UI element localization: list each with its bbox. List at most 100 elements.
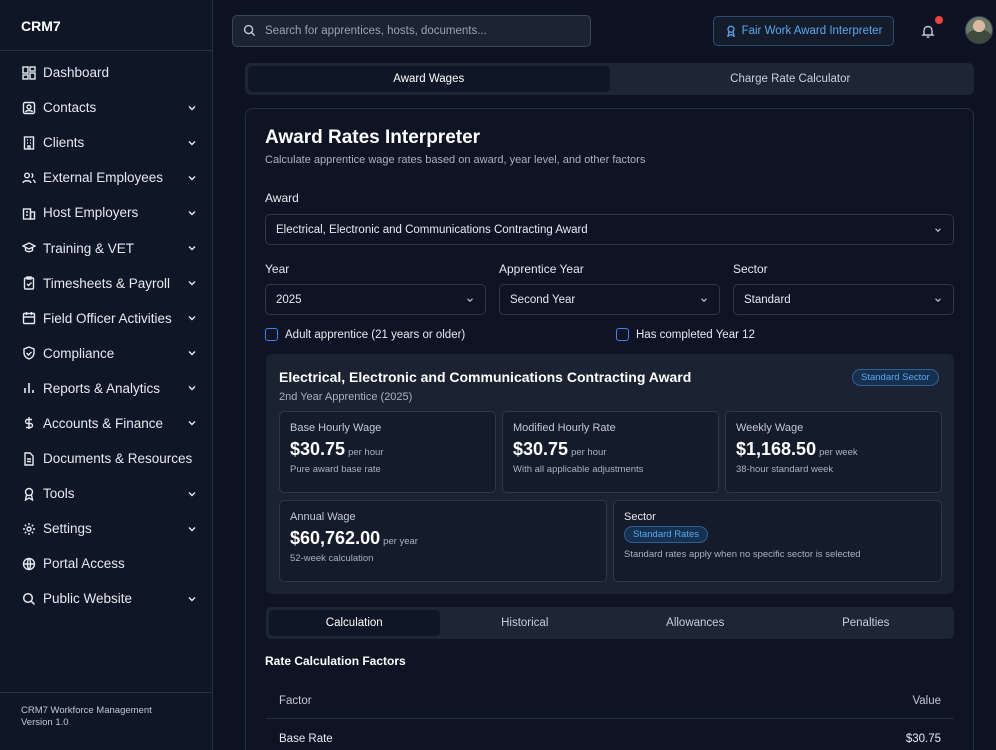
chevron-down-icon xyxy=(186,242,198,254)
tile-label: Weekly Wage xyxy=(736,422,804,434)
top-tabs: Award Wages Charge Rate Calculator xyxy=(245,63,974,95)
tile-note: 52-week calculation xyxy=(290,553,374,564)
sidebar-item-contacts[interactable]: Contacts xyxy=(0,90,212,125)
top-bar: Fair Work Award Interpreter xyxy=(213,0,996,60)
chevron-down-icon xyxy=(186,137,198,149)
award-icon xyxy=(725,25,738,38)
sidebar-item-label: Host Employers xyxy=(43,205,139,221)
tab-calculation[interactable]: Calculation xyxy=(269,610,440,636)
year12-label: Has completed Year 12 xyxy=(636,328,755,341)
sidebar-item-tools[interactable]: Tools xyxy=(0,476,212,511)
result-panel: Electrical, Electronic and Communication… xyxy=(266,354,954,594)
sidebar-item-documents-resources[interactable]: Documents & Resources xyxy=(0,441,212,476)
year-select[interactable]: 2025 xyxy=(265,284,486,315)
rate-factors-table: Factor Value Base Rate $30.75 xyxy=(266,683,954,750)
sector-select[interactable]: Standard xyxy=(733,284,954,315)
sector-badge-row: Standard Rates xyxy=(624,523,931,545)
sidebar-item-accounts-finance[interactable]: Accounts & Finance xyxy=(0,406,212,441)
chevron-down-icon xyxy=(186,102,198,114)
gear-icon xyxy=(21,521,37,537)
notification-dot xyxy=(935,16,943,24)
sidebar-item-label: Dashboard xyxy=(43,65,110,81)
tile-note: Standard rates apply when no specific se… xyxy=(624,549,861,560)
brand-logo[interactable]: CRM7 xyxy=(0,0,212,51)
tab-charge-rate-calculator[interactable]: Charge Rate Calculator xyxy=(610,66,972,92)
chevron-down-icon xyxy=(186,207,198,219)
apprentice-year-select[interactable]: Second Year xyxy=(499,284,720,315)
base-hourly-wage-tile: Base Hourly Wage $30.75 per hour Pure awa… xyxy=(279,411,496,493)
sidebar-item-label: Accounts & Finance xyxy=(43,415,164,431)
sidebar-item-label: Documents & Resources xyxy=(43,451,193,467)
row-value: $30.75 xyxy=(905,733,941,745)
sidebar-item-reports-analytics[interactable]: Reports & Analytics xyxy=(0,371,212,406)
sidebar: CRM7 Dashboard Contacts Clients External… xyxy=(0,0,213,750)
sidebar-item-settings[interactable]: Settings xyxy=(0,511,212,546)
notifications-button[interactable] xyxy=(919,16,943,40)
chevron-down-icon xyxy=(186,417,198,429)
sidebar-item-label: Compliance xyxy=(43,345,115,361)
tab-historical[interactable]: Historical xyxy=(440,610,611,636)
tile-value: $1,168.50 per week xyxy=(736,439,931,460)
tile-value: $60,762.00 per year xyxy=(290,528,596,549)
weekly-wage-unit: per week xyxy=(819,447,858,458)
calendar-icon xyxy=(21,310,37,326)
sidebar-item-field-officer-activities[interactable]: Field Officer Activities xyxy=(0,301,212,336)
grid-icon xyxy=(21,65,37,81)
chevron-down-icon xyxy=(186,312,198,324)
sidebar-item-dashboard[interactable]: Dashboard xyxy=(0,55,212,90)
table-header: Factor Value xyxy=(266,683,954,719)
tile-label: Sector xyxy=(624,511,656,523)
document-icon xyxy=(21,451,37,467)
sidebar-item-compliance[interactable]: Compliance xyxy=(0,336,212,371)
tile-label: Base Hourly Wage xyxy=(290,422,382,434)
search-box[interactable] xyxy=(232,15,591,47)
chevron-down-icon xyxy=(699,295,709,305)
sidebar-item-host-employers[interactable]: Host Employers xyxy=(0,195,212,230)
detail-tabs: Calculation Historical Allowances Penalt… xyxy=(266,607,954,639)
chevron-down-icon xyxy=(186,277,198,289)
tile-value: $30.75 per hour xyxy=(513,439,708,460)
footer-app-name: CRM7 Workforce Management xyxy=(21,705,152,716)
tab-award-wages[interactable]: Award Wages xyxy=(248,66,610,92)
sidebar-item-label: Settings xyxy=(43,521,92,537)
modified-hourly-rate-tile: Modified Hourly Rate $30.75 per hour With… xyxy=(502,411,719,493)
result-title: Electrical, Electronic and Communication… xyxy=(279,369,692,385)
avatar[interactable] xyxy=(965,16,993,44)
chevron-down-icon xyxy=(186,593,198,605)
search-input[interactable] xyxy=(265,25,590,37)
adult-apprentice-checkbox[interactable]: Adult apprentice (21 years or older) xyxy=(265,328,465,341)
sidebar-item-label: Contacts xyxy=(43,100,97,116)
result-subtitle: 2nd Year Apprentice (2025) xyxy=(279,391,413,403)
award-icon xyxy=(21,486,37,502)
base-hourly-value: $30.75 xyxy=(290,439,346,459)
award-select[interactable]: Electrical, Electronic and Communication… xyxy=(265,214,954,245)
tab-allowances[interactable]: Allowances xyxy=(610,610,781,636)
checkbox-box[interactable] xyxy=(265,328,278,341)
sidebar-item-label: Timesheets & Payroll xyxy=(43,275,171,291)
checkbox-box[interactable] xyxy=(616,328,629,341)
sidebar-nav: Dashboard Contacts Clients External Empl… xyxy=(0,51,212,617)
chevron-down-icon xyxy=(186,347,198,359)
sidebar-item-label: Field Officer Activities xyxy=(43,310,172,326)
shield-check-icon xyxy=(21,345,37,361)
sidebar-item-public-website[interactable]: Public Website xyxy=(0,581,212,616)
chevron-down-icon xyxy=(186,172,198,184)
fair-work-interpreter-button[interactable]: Fair Work Award Interpreter xyxy=(713,16,894,46)
sector-badge: Standard Rates xyxy=(624,526,709,543)
column-header-value: Value xyxy=(912,694,941,707)
sidebar-item-external-employees[interactable]: External Employees xyxy=(0,160,212,195)
page-title: Award Rates Interpreter xyxy=(265,127,481,148)
tile-note: With all applicable adjustments xyxy=(513,464,644,475)
tab-penalties[interactable]: Penalties xyxy=(781,610,952,636)
weekly-wage-value: $1,168.50 xyxy=(736,439,817,459)
sidebar-item-training-vet[interactable]: Training & VET xyxy=(0,230,212,265)
year-label: Year xyxy=(265,262,290,276)
tile-value: $30.75 per hour xyxy=(290,439,485,460)
year12-checkbox[interactable]: Has completed Year 12 xyxy=(616,328,755,341)
sector-tile: Sector Standard Rates Standard rates app… xyxy=(613,500,942,582)
sidebar-item-timesheets-payroll[interactable]: Timesheets & Payroll xyxy=(0,266,212,301)
sidebar-item-clients[interactable]: Clients xyxy=(0,125,212,160)
fair-work-button-label: Fair Work Award Interpreter xyxy=(741,25,883,37)
award-select-value: Electrical, Electronic and Communication… xyxy=(276,223,588,236)
sidebar-item-portal-access[interactable]: Portal Access xyxy=(0,546,212,581)
